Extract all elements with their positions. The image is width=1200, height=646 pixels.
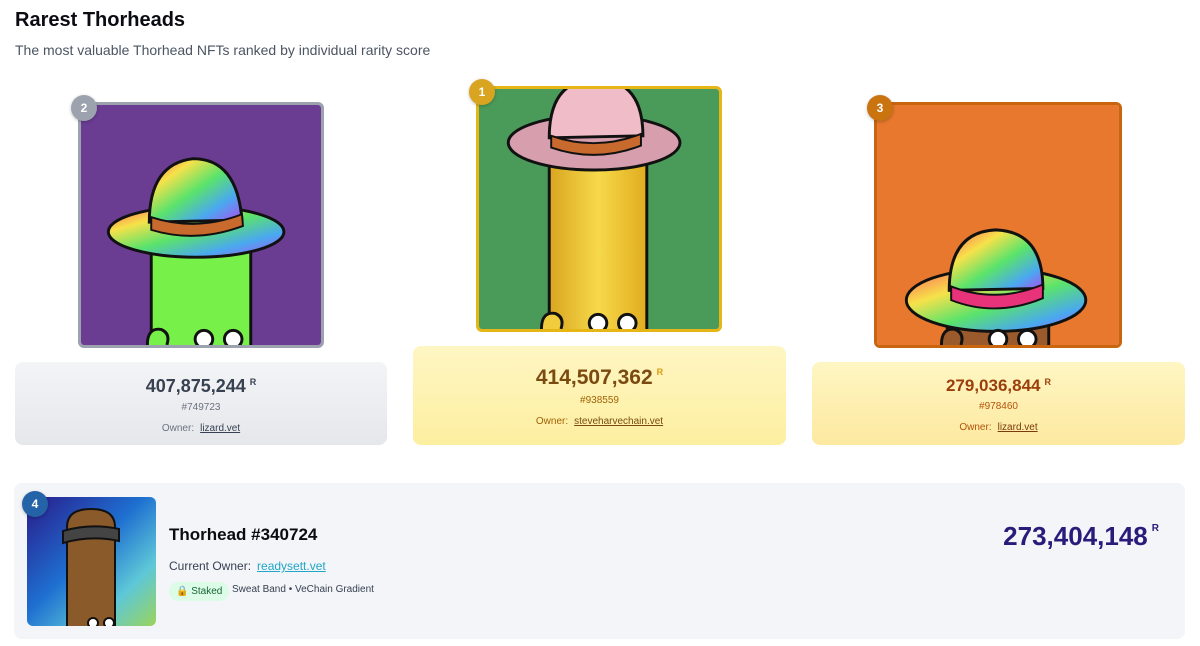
- trait-list: Sweat Band • VeChain Gradient: [232, 584, 374, 595]
- owner-line: Owner: lizard.vet: [15, 423, 387, 434]
- owner-link[interactable]: readysett.vet: [257, 559, 326, 573]
- rarest-thorheads-page: Rarest Thorheads The most valuable Thorh…: [0, 0, 1200, 646]
- owner-label: Owner:: [161, 423, 195, 434]
- token-id: #938559: [580, 395, 619, 406]
- owner-line: Owner: steveharvechain.vet: [413, 416, 786, 427]
- score-value: 279,036,844: [945, 376, 1041, 395]
- stat-card-rank-2: 407,875,244 R #749723 Owner: lizard.vet: [15, 362, 387, 445]
- page-subtitle: The most valuable Thorhead NFTs ranked b…: [15, 42, 431, 58]
- owner-link[interactable]: lizard.vet: [998, 422, 1038, 433]
- rank-badge-2: 2: [71, 95, 97, 121]
- page-title: Rarest Thorheads: [15, 9, 186, 31]
- rank-badge-1: 1: [469, 79, 495, 105]
- owner-line: Owner: lizard.vet: [812, 422, 1185, 433]
- owner-label: Current Owner:: [169, 559, 252, 573]
- score-value: 273,404,148: [1003, 521, 1148, 551]
- stat-card-rank-1: 414,507,362 R #938559 Owner: steveharvech…: [413, 346, 786, 445]
- nft-image-rank-3[interactable]: [874, 102, 1122, 348]
- owner-link[interactable]: lizard.vet: [200, 423, 240, 434]
- score-value: 407,875,244: [145, 376, 246, 396]
- token-id: #749723: [181, 402, 221, 413]
- nft-image-rank-1[interactable]: [476, 86, 722, 332]
- nft-title[interactable]: Thorhead #340724: [169, 525, 317, 545]
- score-value: 414,507,362: [535, 366, 653, 389]
- rarity-score: 407,875,244 R: [146, 376, 257, 397]
- nft-image-rank-4[interactable]: [27, 497, 156, 626]
- nft-image-rank-2[interactable]: [78, 102, 324, 348]
- list-item[interactable]: 4 Thorhead #340724 Current Owner: readyse…: [14, 483, 1185, 639]
- rank-badge-4: 4: [22, 491, 48, 517]
- token-id: #978460: [979, 401, 1018, 412]
- owner-label: Owner:: [535, 416, 569, 427]
- owner-link[interactable]: steveharvechain.vet: [574, 416, 663, 427]
- rarity-currency-icon: R: [249, 377, 257, 387]
- owner-line: Current Owner: readysett.vet: [169, 559, 326, 573]
- owner-label: Owner:: [959, 422, 992, 433]
- staked-badge: 🔒 Staked: [169, 582, 230, 601]
- rarity-score: 279,036,844 R: [946, 376, 1051, 396]
- rarity-currency-icon: R: [1151, 523, 1159, 534]
- rarity-score: 273,404,148 R: [1003, 521, 1159, 552]
- rarity-currency-icon: R: [656, 367, 664, 377]
- stat-card-rank-3: 279,036,844 R #978460 Owner: lizard.vet: [812, 362, 1185, 445]
- rarity-currency-icon: R: [1044, 377, 1052, 387]
- rarity-score: 414,507,362 R: [536, 366, 663, 390]
- rank-badge-3: 3: [867, 95, 893, 121]
